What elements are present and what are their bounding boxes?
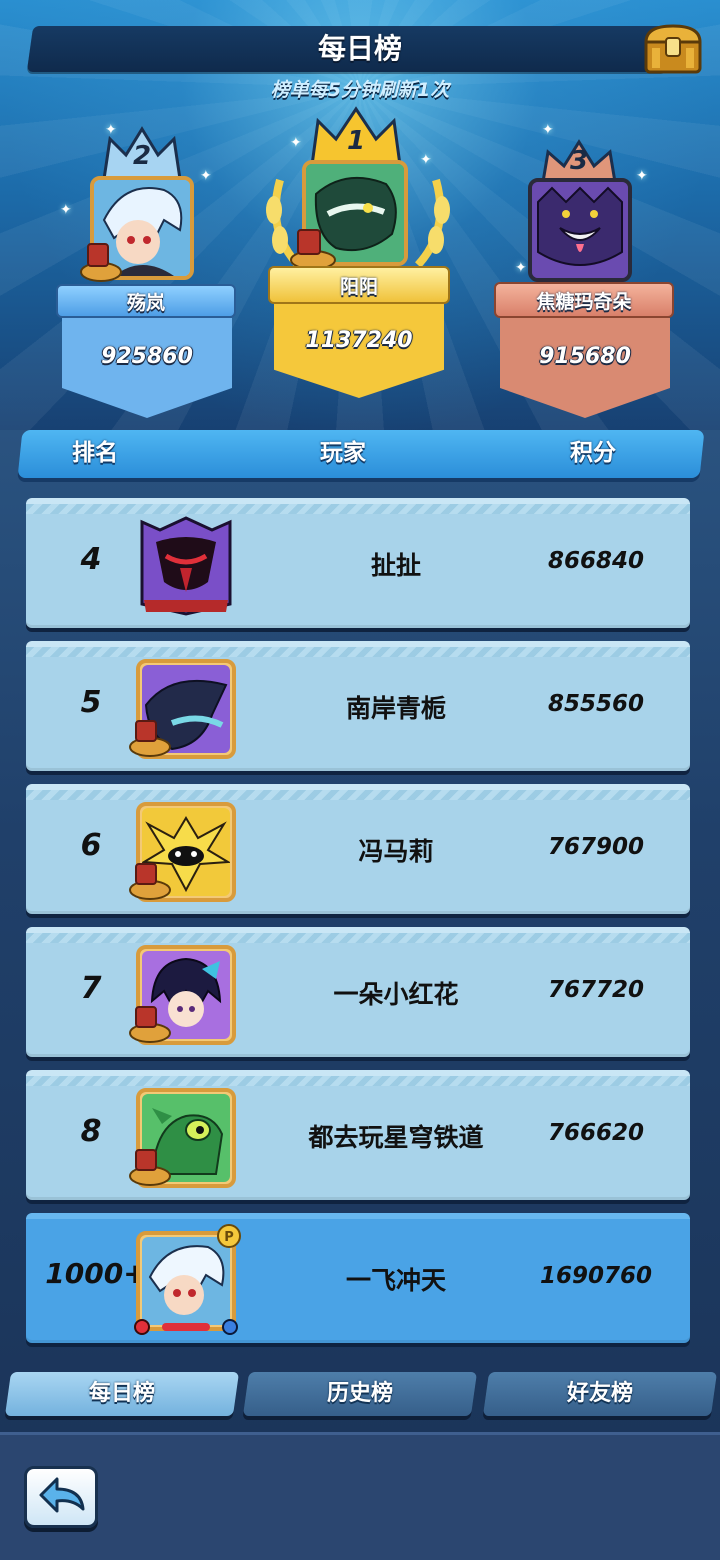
avatar [129,945,236,1045]
table-row[interactable]: 8 都去玩星穹铁道 766620 [26,1070,690,1200]
tab-friends-label[interactable]: 好友榜 [486,1372,714,1416]
podium-name: 焦糖玛奇朵 [494,282,674,318]
sparkle-icon: ✦ [200,168,212,184]
treasure-pile-icon [129,1149,171,1186]
back-button[interactable] [24,1466,98,1528]
podium-score: 925860 [101,344,193,369]
row-pattern [26,504,690,514]
treasure-pile-icon [80,243,122,282]
treasure-chest-icon[interactable] [642,22,704,76]
row-player-name: 一朵小红花 [333,980,459,1009]
row-score: 855560 [547,691,645,717]
avatar [129,659,236,759]
row-pattern [26,1076,690,1086]
row-score: 767900 [547,834,645,860]
row-player-name: 都去玩星穹铁道 [308,1123,484,1152]
podium-name: 阳阳 [268,266,450,304]
treasure-pile-icon [129,1006,171,1043]
row-score: 1690760 [539,1263,653,1289]
podium-score: 1137240 [305,328,413,353]
table-row[interactable]: 4 扯扯 866840 [26,498,690,628]
podium-score: 915680 [539,344,631,369]
back-arrow-icon [39,1477,85,1513]
row-pattern [26,790,690,800]
sparkle-icon: ✦ [542,122,554,138]
avatar [136,516,236,616]
avatar [528,178,632,282]
row-player-name: 冯马莉 [358,837,434,866]
sparkle-icon: ✦ [60,202,72,218]
row-score: 866840 [547,548,645,574]
table-row[interactable]: 7 一朵小红花 767720 [26,927,690,1057]
footer-bar [0,1432,720,1560]
row-player-name: 一飞冲天 [345,1266,446,1295]
treasure-pile-icon [290,229,336,270]
row-player-name: 扯扯 [370,551,421,580]
podium-rank-number: 3 [569,146,589,176]
tab-history-label[interactable]: 历史榜 [246,1372,474,1416]
avatar-image [142,1237,230,1325]
avatar [129,802,236,902]
table-row[interactable]: 5 南岸青栀 855560 [26,641,690,771]
page-title: 每日榜 [317,32,402,65]
self-row[interactable]: 1000+ P 一飞冲天 1690760 [26,1213,690,1343]
row-score: 766620 [547,1120,645,1146]
tab-daily-label[interactable]: 每日榜 [8,1372,236,1416]
podium-name: 殇岚 [56,284,236,318]
row-player-name: 南岸青栀 [345,694,446,723]
coin-badge-icon: P [217,1224,241,1248]
podium-rank-number: 1 [346,126,366,156]
column-header-rank: 排名 [72,440,118,466]
svg-text:P: P [224,1230,234,1245]
sparkle-icon: ✦ [515,260,527,276]
table-row[interactable]: 6 冯马莉 767900 [26,784,690,914]
row-pattern [26,933,690,943]
sparkle-icon: ✦ [420,152,432,168]
row-pattern [26,647,690,657]
avatar [129,1088,236,1188]
gamepad-frame-icon [134,1319,238,1335]
avatar: P [134,1224,241,1335]
sparkle-icon: ✦ [636,168,648,184]
refresh-hint: 榜单每5分钟刷新1次 [270,79,450,101]
row-score: 767720 [547,977,645,1003]
column-header-player: 玩家 [320,440,366,466]
treasure-pile-icon [129,863,171,900]
podium-rank-number: 2 [132,141,152,171]
treasure-pile-icon [129,720,171,757]
sparkle-icon: ✦ [290,135,302,151]
column-header-score: 积分 [570,440,616,466]
